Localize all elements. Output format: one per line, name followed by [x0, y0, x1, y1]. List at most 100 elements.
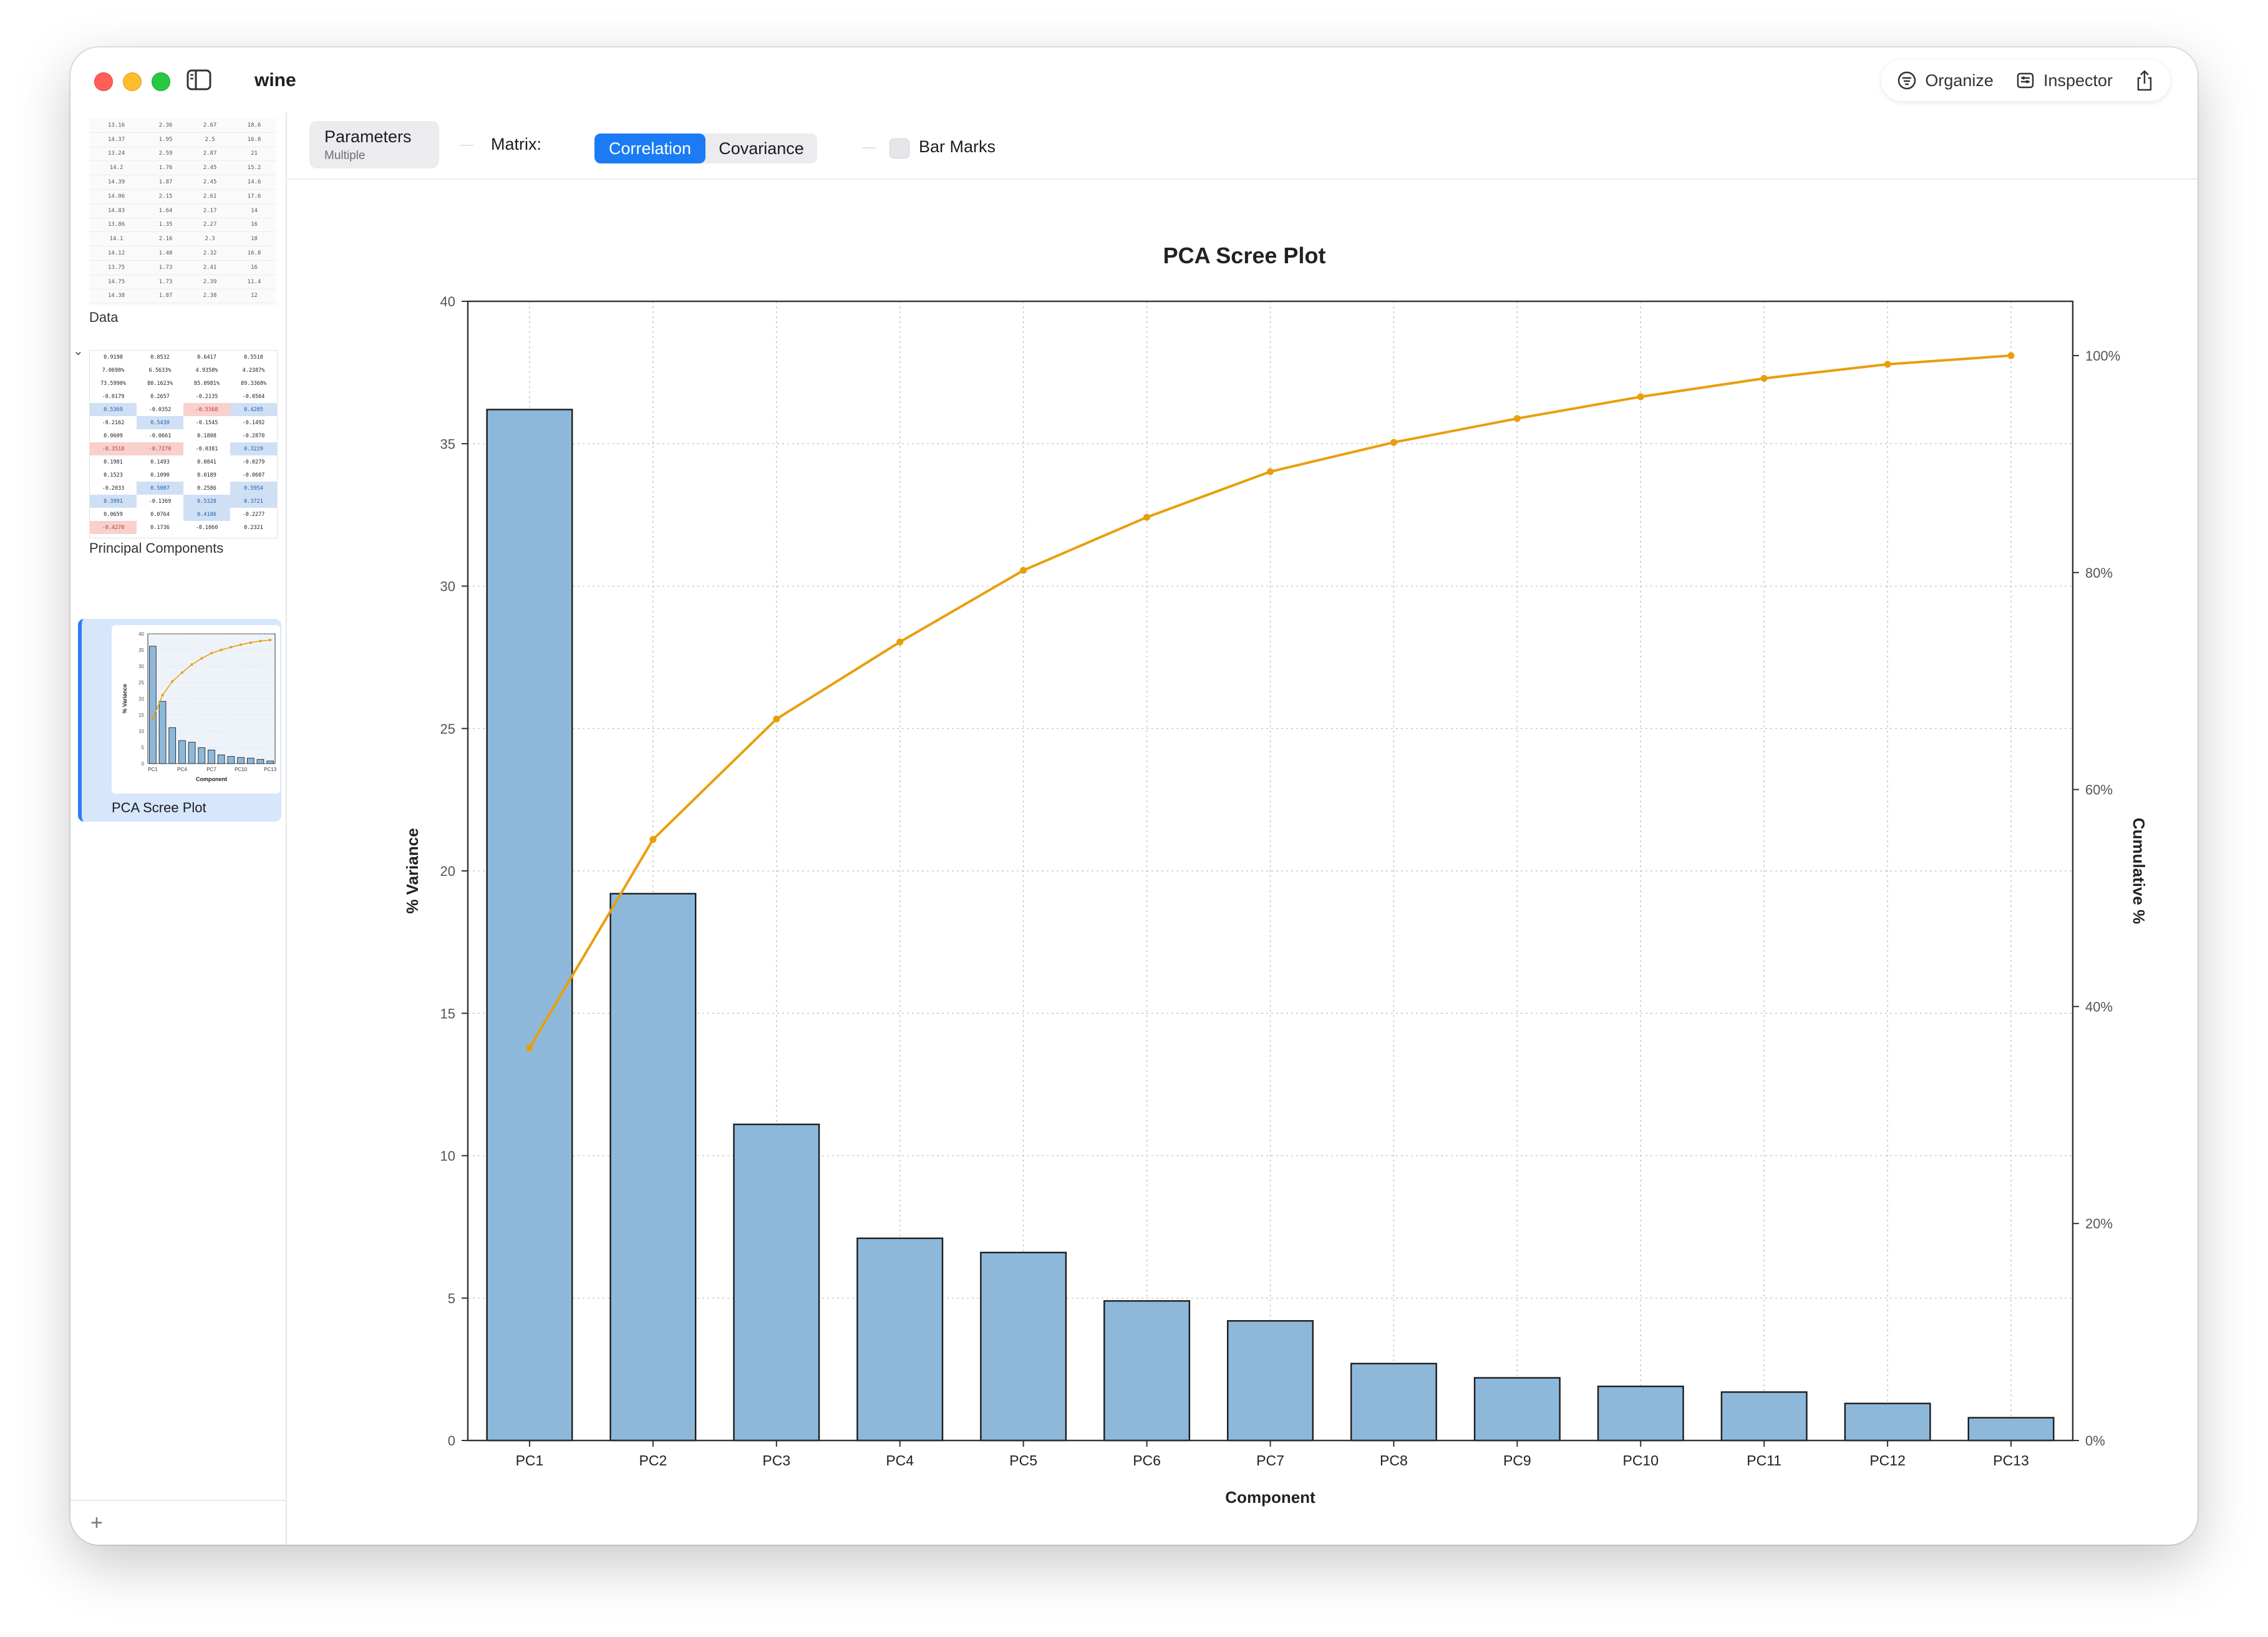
chevron-down-icon[interactable]: ⌄ [73, 343, 84, 359]
thumbnail-cell: 0.0609 [104, 432, 123, 439]
matrix-option-correlation[interactable]: Correlation [594, 134, 705, 163]
share-button[interactable] [2129, 60, 2160, 101]
close-window-button[interactable] [94, 72, 113, 91]
y-tick-label: 10 [440, 1149, 455, 1164]
thumb-bar [188, 742, 196, 764]
thumbnail-cell: -0.4270 [90, 521, 137, 534]
thumbnail-cell: 14 [232, 203, 276, 218]
sidebar-item-principal-components-label[interactable]: Principal Components [89, 540, 223, 556]
thumbnail-cell: 6.5633% [148, 367, 172, 374]
document-title: wine [254, 70, 296, 90]
data-thumbnail-table: 13.16 2.36 2.67 18.6 14.37 1.95 2.5 16.8 13.24 2.… [89, 119, 276, 306]
thumb-x-tick-label: PC13 [264, 767, 277, 772]
thumbnail-row: -0.2162 0.5430 -0.1545 -0.1492 [90, 416, 277, 429]
cumulative-point-pc7 [1267, 468, 1274, 475]
thumb-point [171, 680, 174, 683]
thumbnail-row: 14.37 1.95 2.5 16.8 [89, 132, 276, 147]
y-tick-label: 20 [440, 863, 455, 879]
x-tick-label: PC12 [1869, 1452, 1906, 1469]
sidebar-footer: + [70, 1500, 286, 1545]
sidebar-toggle-icon[interactable] [183, 66, 215, 95]
thumbnail-row: 7.0698% 6.5633% 4.9358% 4.2387% [90, 364, 277, 377]
thumb-bar [198, 747, 206, 764]
bar-pc8 [1350, 1363, 1437, 1442]
principal-components-thumbnail[interactable]: 0.9198 0.8532 0.6417 0.5510 7.0698% 6.5633% 4.… [89, 350, 278, 538]
thumbnail-cell: 0.5328 [183, 495, 230, 508]
thumbnail-cell: 14.83 [89, 203, 144, 218]
thumbnail-row: 14.39 1.87 2.45 14.6 [89, 175, 276, 190]
thumbnail-cell: 13.63 [89, 303, 144, 306]
thumbnail-cell: -0.0352 [148, 406, 172, 413]
thumbnail-cell: 1.76 [143, 160, 188, 176]
thumbnail-cell: -0.2135 [195, 393, 218, 400]
sidebar: 13.16 2.36 2.67 18.6 14.37 1.95 2.5 16.8 13.24 2.… [70, 112, 287, 1545]
thumbnail-cell: 18.6 [232, 119, 276, 133]
thumbnail-cell: 17.6 [232, 189, 276, 204]
thumbnail-cell: -0.2033 [102, 485, 125, 492]
thumbnail-row: 0.1523 0.1090 0.0189 -0.0607 [90, 469, 277, 482]
sidebar-item-data-label[interactable]: Data [89, 309, 118, 326]
thumbnail-cell: 1.87 [143, 175, 188, 190]
parameters-button[interactable]: Parameters Multiple [309, 121, 439, 168]
thumbnail-row: 0.0609 -0.0661 0.1808 -0.2870 [90, 429, 277, 442]
thumb-bar [227, 756, 235, 764]
thumbnail-cell: 14.38 [89, 289, 144, 304]
title-bar: wine Organize Inspector [70, 47, 2198, 112]
thumbnail-row: 14.06 2.15 2.61 17.6 [89, 189, 276, 204]
thumb-bar [266, 760, 274, 764]
thumbnail-cell: 0.3229 [230, 442, 277, 455]
thumbnail-cell: 0.9198 [104, 354, 123, 361]
thumbnail-row: -0.2033 0.5007 0.2586 0.5954 [90, 482, 277, 495]
bar-pc6 [1103, 1300, 1191, 1442]
inspector-button[interactable]: Inspector [2010, 60, 2118, 101]
bar-marks-label[interactable]: Bar Marks [919, 137, 996, 157]
parameters-subtitle: Multiple [324, 149, 366, 162]
thumb-bar [168, 727, 177, 764]
thumbnail-cell: -0.3518 [90, 442, 137, 455]
zoom-window-button[interactable] [152, 72, 170, 91]
thumb-point [190, 663, 193, 666]
pc-thumbnail-table: 0.9198 0.8532 0.6417 0.5510 7.0698% 6.5633% 4.… [90, 351, 277, 538]
cumulative-point-pc6 [1143, 513, 1151, 521]
divider [460, 145, 473, 146]
thumb-bar [158, 701, 167, 764]
sidebar-item-pca-scree-plot[interactable]: 0 5 10 15 20 25 30 35 40 PC1 PC4 PC7 PC10 PC13 Compone… [78, 619, 281, 822]
thumb-x-tick-label: PC4 [177, 767, 187, 772]
y2-tick-label: 100% [2085, 348, 2120, 364]
bar-marks-checkbox[interactable] [889, 138, 909, 158]
thumbnail-cell: 16 [232, 260, 276, 275]
thumbnail-cell: -0.1060 [195, 524, 218, 531]
thumbnail-cell: -0.2277 [242, 511, 265, 518]
y2-tick-label: 40% [2085, 999, 2113, 1014]
thumbnail-cell: -0.7270 [137, 442, 183, 455]
thumbnail-row: -0.0179 0.2657 -0.2135 -0.0564 [90, 390, 277, 403]
add-item-button[interactable]: + [90, 1511, 103, 1535]
thumbnail-cell: -0.1492 [242, 419, 265, 426]
data-thumbnail[interactable]: 13.16 2.36 2.67 18.6 14.37 1.95 2.5 16.8 13.24 2.… [89, 119, 276, 306]
thumbnail-row: 14.75 1.73 2.39 11.4 [89, 274, 276, 289]
thumbnail-row: 14.2 1.76 2.45 15.2 [89, 160, 276, 176]
thumbnail-cell: 0.1736 [150, 524, 170, 531]
minimize-window-button[interactable] [123, 72, 142, 91]
thumbnail-cell: 0.0659 [104, 511, 123, 518]
cumulative-point-pc11 [1760, 374, 1768, 382]
thumbnail-cell: -0.0448 [230, 534, 277, 538]
thumbnail-cell: 4.9358% [195, 367, 218, 374]
thumbnail-cell: 12 [232, 289, 276, 304]
thumbnail-cell: 2.38 [188, 289, 233, 304]
organize-button[interactable]: Organize [1891, 60, 1999, 101]
thumbnail-cell: 14.12 [89, 246, 144, 261]
thumbnail-cell: 0.1493 [150, 459, 170, 465]
bar-pc9 [1473, 1377, 1561, 1442]
y-tick-label: 30 [440, 579, 455, 595]
thumbnail-row: 0.0659 0.0764 0.4186 -0.2277 [90, 508, 277, 521]
y-tick-label: 0 [448, 1433, 455, 1449]
thumbnail-row: 0.5369 -0.0352 -0.5368 0.4205 [90, 403, 277, 416]
thumbnail-cell: 0.2321 [244, 524, 263, 531]
matrix-option-covariance[interactable]: Covariance [705, 134, 817, 163]
thumbnail-cell: 73.5990% [100, 380, 126, 387]
thumbnail-cell: 1.35 [143, 218, 188, 233]
inspector-label: Inspector [2043, 70, 2113, 90]
thumb-point [180, 671, 183, 674]
thumb-y-tick-label: 35 [138, 648, 144, 653]
